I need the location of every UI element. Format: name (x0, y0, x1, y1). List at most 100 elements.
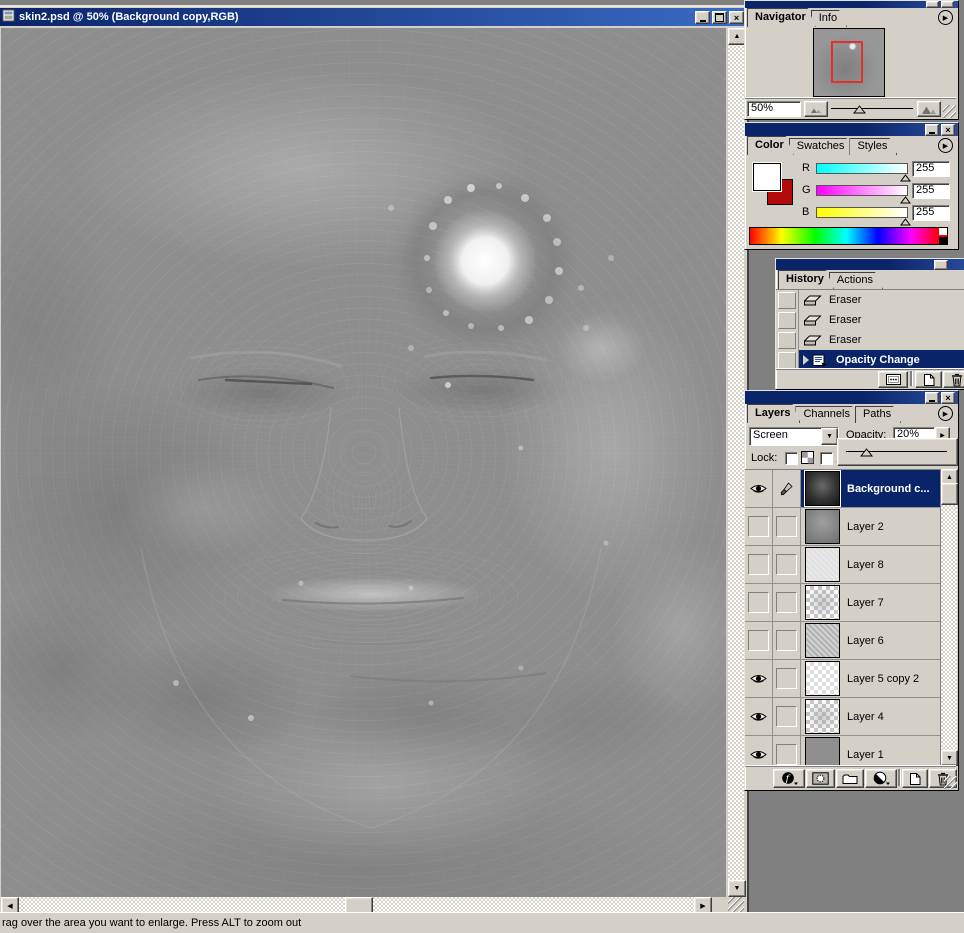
history-snapshot-well[interactable] (776, 310, 799, 330)
layer-main[interactable]: Layer 7 (801, 584, 940, 621)
layer-link-cell[interactable] (773, 736, 801, 767)
link-well[interactable] (776, 744, 797, 765)
tab-layers[interactable]: Layers (747, 404, 800, 423)
history-state-main[interactable]: Eraser (799, 290, 964, 310)
channel-value-input[interactable] (913, 184, 952, 196)
layer-link-cell[interactable] (773, 470, 801, 507)
vertical-scrollbar[interactable]: ▲ ▼ (728, 28, 744, 897)
link-well[interactable] (776, 630, 797, 651)
blend-mode-select[interactable]: Screen ▼ (749, 427, 839, 446)
new-layer-button[interactable] (902, 769, 928, 788)
panel-menu-icon[interactable]: ▶ (938, 406, 953, 421)
layer-row[interactable]: Background c... (745, 470, 940, 508)
layer-visibility-cell[interactable] (745, 736, 773, 767)
history-state-row[interactable]: Eraser (776, 330, 964, 350)
channel-slider-track[interactable] (816, 207, 908, 218)
layer-thumbnail[interactable] (805, 509, 840, 544)
close-button[interactable]: × (941, 124, 955, 136)
minimize-button[interactable] (926, 1, 939, 8)
link-well[interactable] (776, 554, 797, 575)
history-snapshot-well[interactable] (776, 350, 799, 370)
layer-visibility-cell[interactable] (745, 660, 773, 697)
layer-link-cell[interactable] (773, 698, 801, 735)
adjustment-layer-button[interactable] (865, 769, 897, 788)
add-layer-mask-button[interactable] (806, 769, 835, 788)
tab-history[interactable]: History (778, 270, 834, 289)
history-state-main[interactable]: Eraser (799, 330, 964, 350)
history-snapshot-well[interactable] (776, 330, 799, 350)
new-document-from-state-button[interactable] (878, 371, 908, 388)
visibility-well[interactable] (748, 592, 769, 613)
color-titlebar[interactable]: × (745, 123, 958, 136)
navigator-zoom-slider-track[interactable] (831, 108, 913, 109)
new-snapshot-button[interactable] (915, 371, 942, 388)
layer-link-cell[interactable] (773, 546, 801, 583)
tab-color[interactable]: Color (747, 136, 794, 155)
visibility-well[interactable] (748, 516, 769, 537)
layer-visibility-cell[interactable] (745, 470, 773, 507)
layer-main[interactable]: Layer 1 (801, 736, 940, 767)
navigator-zoom-slider-thumb[interactable] (853, 105, 866, 117)
tab-info[interactable]: Info (811, 10, 847, 27)
snapshot-checkbox[interactable] (778, 292, 796, 309)
zoom-in-button[interactable] (917, 101, 941, 117)
layer-thumbnail[interactable] (805, 471, 840, 506)
tab-swatches[interactable]: Swatches (789, 138, 855, 155)
layer-visibility-cell[interactable] (745, 622, 773, 659)
tab-styles[interactable]: Styles (849, 138, 897, 155)
layer-link-cell[interactable] (773, 584, 801, 621)
document-titlebar[interactable]: skin2.psd @ 50% (Background copy,RGB) × (0, 8, 746, 26)
snapshot-checkbox[interactable] (778, 312, 796, 329)
link-well[interactable] (776, 516, 797, 537)
layer-main[interactable]: Layer 6 (801, 622, 940, 659)
spectrum-white-swatch[interactable] (939, 228, 947, 235)
panel-resize-grip[interactable] (944, 776, 957, 789)
layer-visibility-cell[interactable] (745, 698, 773, 735)
layer-main[interactable]: Layer 2 (801, 508, 940, 545)
maximize-button[interactable] (712, 11, 727, 24)
minimize-button[interactable] (934, 260, 948, 270)
layer-visibility-cell[interactable] (745, 546, 773, 583)
history-state-main[interactable]: Eraser (799, 310, 964, 330)
layer-visibility-cell[interactable] (745, 584, 773, 621)
layers-scrollbar[interactable]: ▲ ▼ (940, 469, 957, 766)
close-button[interactable]: × (941, 392, 955, 404)
snapshot-checkbox[interactable] (778, 352, 796, 369)
layer-row[interactable]: Layer 5 copy 2 (745, 660, 940, 698)
scrollbar-thumb[interactable] (941, 483, 958, 505)
history-titlebar[interactable] (776, 259, 964, 270)
tab-channels[interactable]: Channels (795, 406, 859, 423)
window-resize-grip[interactable] (728, 897, 744, 913)
layer-main[interactable]: Background c... (801, 470, 940, 507)
layer-row[interactable]: Layer 4 (745, 698, 940, 736)
spectrum-black-swatch[interactable] (939, 237, 947, 244)
layer-link-cell[interactable] (773, 622, 801, 659)
scroll-down-icon[interactable]: ▼ (941, 750, 958, 766)
new-layer-set-button[interactable] (836, 769, 864, 788)
layer-link-cell[interactable] (773, 508, 801, 545)
chevron-down-icon[interactable]: ▼ (821, 428, 838, 445)
layer-thumbnail[interactable] (805, 699, 840, 734)
close-button[interactable] (941, 1, 954, 8)
navigator-titlebar[interactable] (745, 1, 958, 8)
layers-titlebar[interactable]: × (745, 391, 958, 404)
opacity-slider-thumb[interactable] (860, 448, 873, 460)
link-well[interactable] (776, 706, 797, 727)
layer-main[interactable]: Layer 8 (801, 546, 940, 583)
navigator-zoom-input[interactable] (748, 102, 803, 114)
minimize-button[interactable] (925, 392, 939, 404)
layer-row[interactable]: Layer 7 (745, 584, 940, 622)
tab-paths[interactable]: Paths (855, 406, 901, 423)
layer-visibility-cell[interactable] (745, 508, 773, 545)
lock-transparency-checkbox[interactable] (785, 452, 798, 465)
scroll-down-icon[interactable]: ▼ (728, 880, 746, 897)
history-state-row[interactable]: Opacity Change (776, 350, 964, 370)
layer-style-button[interactable]: f (773, 769, 805, 788)
layer-thumbnail[interactable] (805, 661, 840, 696)
delete-state-button[interactable] (943, 371, 964, 388)
layer-row[interactable]: Layer 2 (745, 508, 940, 546)
layer-thumbnail[interactable] (805, 623, 840, 658)
visibility-well[interactable] (748, 554, 769, 575)
layer-thumbnail[interactable] (805, 585, 840, 620)
history-snapshot-well[interactable] (776, 290, 799, 310)
